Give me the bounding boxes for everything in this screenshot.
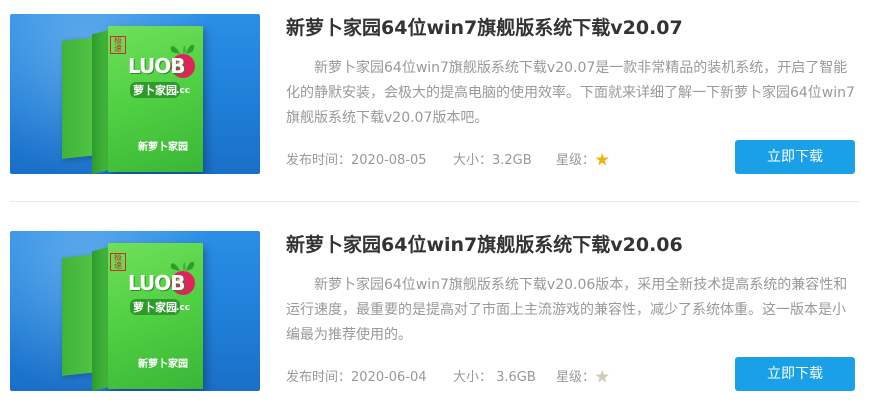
item-description: 新萝卜家园64位win7旗舰版系统下载v20.06版本，采用全新技术提高系统的兼… xyxy=(286,277,848,343)
cover-logo-suffix: .cc xyxy=(176,303,191,313)
item-meta: 发布时间：2020-08-05 大小：3.2GB 星级： ★ ★ ★ ★ ★ xyxy=(286,151,706,171)
item-title[interactable]: 新萝卜家园64位win7旗舰版系统下载v20.07 xyxy=(286,14,866,42)
cover-logo-cn: 萝卜家园 xyxy=(130,299,180,315)
publish-date: 发布时间：2020-08-05 xyxy=(286,153,427,168)
list-item: 极速 LUOB 萝卜家园 .cc 新萝卜家园 新萝卜家园64位win7旗舰版系统… xyxy=(0,0,880,175)
cover-brand-name: 新萝卜家园 xyxy=(138,359,188,370)
file-size: 大小：3.2GB xyxy=(453,153,532,168)
cover-stamp: 极速 xyxy=(110,36,126,54)
star-icon: ★ xyxy=(595,367,610,386)
download-list: 极速 LUOB 萝卜家园 .cc 新萝卜家园 新萝卜家园64位win7旗舰版系统… xyxy=(0,0,880,413)
cover-logo-cn: 萝卜家园 xyxy=(130,82,180,98)
download-button[interactable]: 立即下载 xyxy=(735,357,855,391)
star-icon: ★ xyxy=(595,150,610,169)
item-description: 新萝卜家园64位win7旗舰版系统下载v20.07是一款非常精品的装机系统，开启… xyxy=(286,60,855,126)
file-size: 大小： 3.6GB xyxy=(453,370,536,385)
item-title[interactable]: 新萝卜家园64位win7旗舰版系统下载v20.06 xyxy=(286,231,866,259)
item-meta: 发布时间：2020-06-04 大小： 3.6GB 星级： ★ ★ ★ ★ ★ xyxy=(286,368,706,388)
item-divider xyxy=(10,201,860,202)
list-item: 极速 LUOB 萝卜家园 .cc 新萝卜家园 新萝卜家园64位win7旗舰版系统… xyxy=(0,217,880,392)
cover-brand-name: 新萝卜家园 xyxy=(138,142,188,153)
product-cover-image[interactable]: 极速 LUOB 萝卜家园 .cc 新萝卜家园 xyxy=(10,231,260,391)
cover-stamp: 极速 xyxy=(110,253,126,271)
publish-date: 发布时间：2020-06-04 xyxy=(286,370,427,385)
cover-logo-text: LUOB xyxy=(128,271,186,295)
download-button[interactable]: 立即下载 xyxy=(735,140,855,174)
rating-label: 星级： xyxy=(556,153,596,168)
cover-logo-text: LUOB xyxy=(128,54,186,78)
product-cover-image[interactable]: 极速 LUOB 萝卜家园 .cc 新萝卜家园 xyxy=(10,14,260,174)
rating-label: 星级： xyxy=(556,370,596,385)
cover-logo-suffix: .cc xyxy=(176,86,191,96)
